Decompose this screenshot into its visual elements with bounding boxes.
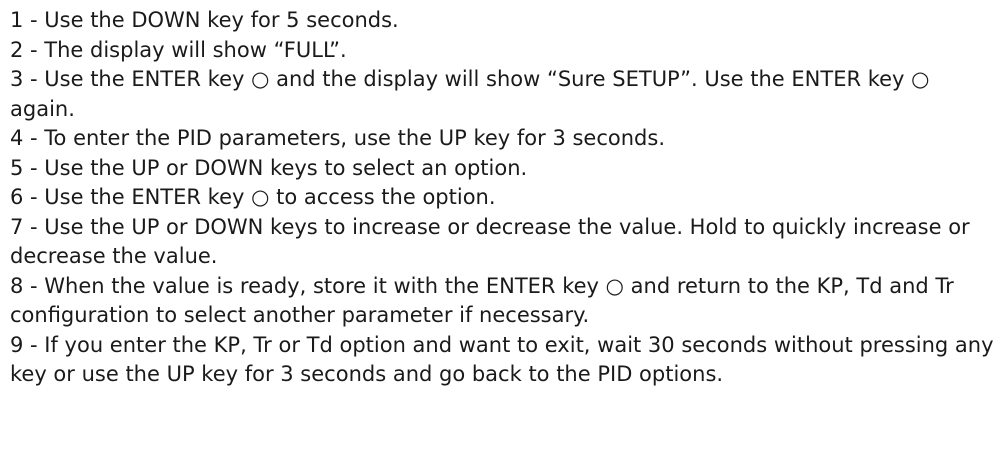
- instruction-step: 6 - Use the ENTER key ○ to access the op…: [10, 185, 496, 209]
- instruction-step: 4 - To enter the PID parameters, use the…: [10, 126, 665, 150]
- instruction-step: 9 - If you enter the KP, Tr or Td option…: [10, 332, 994, 387]
- instruction-step: 8 - When the value is ready, store it wi…: [10, 273, 954, 328]
- instruction-step: 2 - The display will show “FULL”.: [10, 37, 347, 62]
- instruction-step: 3 - Use the ENTER key ○ and the display …: [10, 67, 930, 121]
- instruction-list: 1 - Use the DOWN key for 5 seconds. 2 - …: [10, 6, 1000, 390]
- instruction-step: 7 - Use the UP or DOWN keys to increase …: [10, 214, 970, 269]
- instruction-step: 5 - Use the UP or DOWN keys to select an…: [10, 155, 528, 180]
- instruction-step: 1 - Use the DOWN key for 5 seconds.: [10, 8, 399, 32]
